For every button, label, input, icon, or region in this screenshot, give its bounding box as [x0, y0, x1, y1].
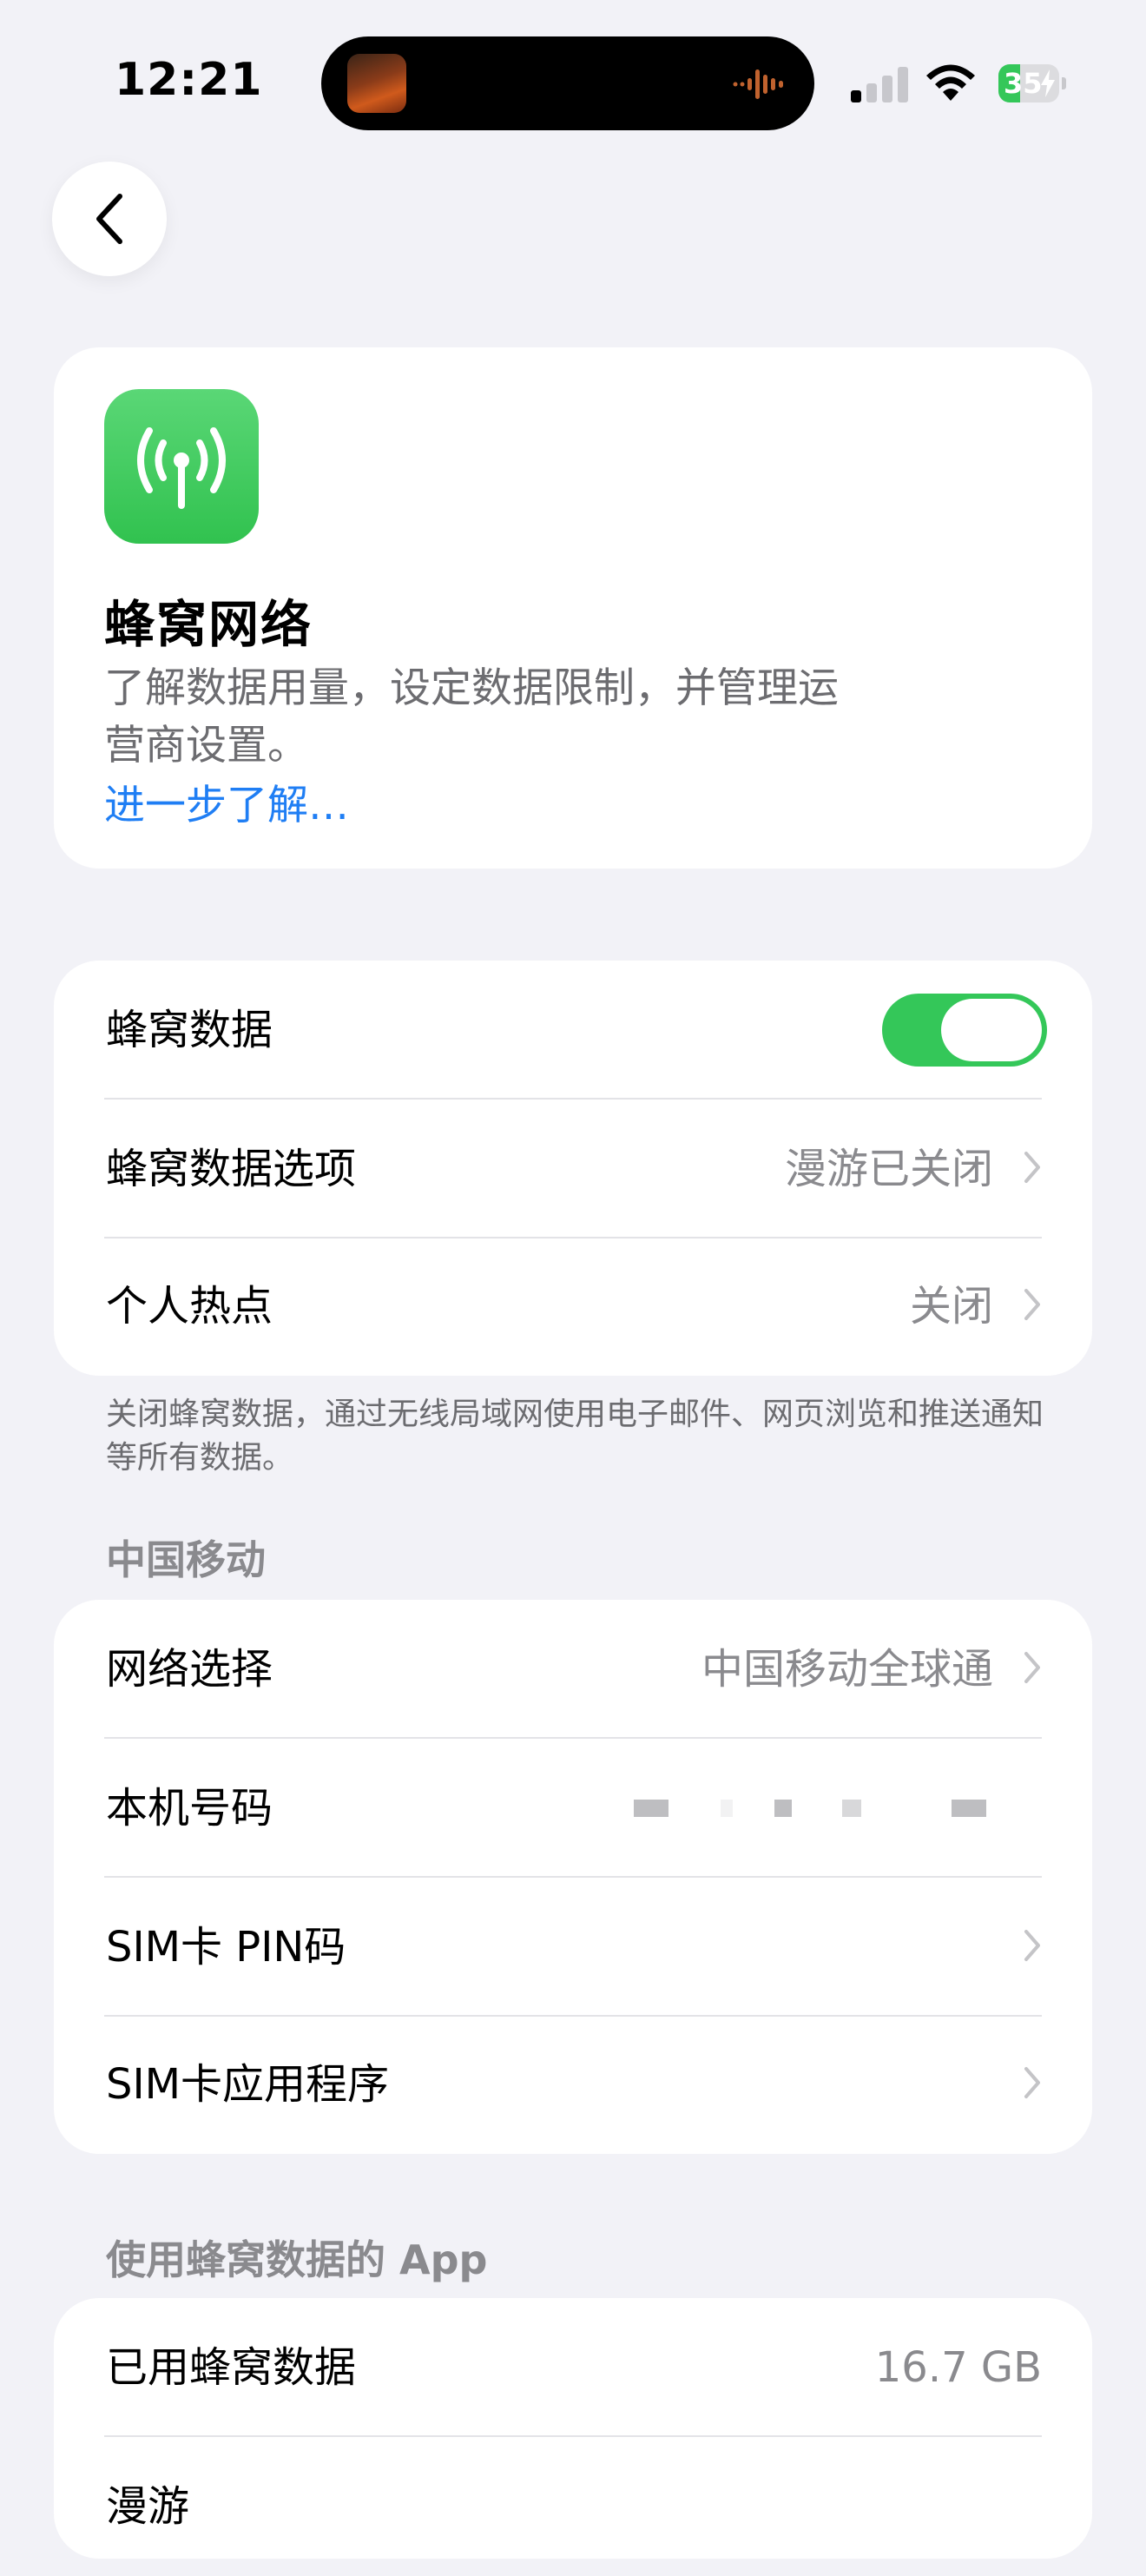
network-selection-row[interactable]: 网络选择 中国移动全球通	[104, 1600, 1042, 1739]
cellular-data-toggle[interactable]	[882, 994, 1047, 1067]
personal-hotspot-row[interactable]: 个人热点 关闭	[104, 1237, 1042, 1376]
used-cellular-data-row: 已用蜂窝数据 16.7 GB	[104, 2298, 1042, 2437]
used-cellular-data-value: 16.7 GB	[874, 2343, 1042, 2392]
wifi-icon	[926, 64, 975, 101]
cellular-data-label: 蜂窝数据	[106, 1006, 273, 1054]
cellular-data-options-label: 蜂窝数据选项	[106, 1145, 357, 1193]
roaming-row[interactable]: 漫游	[104, 2437, 1042, 2576]
chevron-right-icon	[1024, 1930, 1040, 1961]
dynamic-island[interactable]	[321, 36, 814, 130]
now-playing-artwork	[347, 54, 406, 113]
cellular-data-row: 蜂窝数据	[104, 961, 1047, 1100]
waveform-icon	[733, 69, 783, 99]
network-selection-value: 中国移动全球通	[701, 1645, 993, 1694]
chevron-right-icon	[1024, 1652, 1040, 1683]
personal-hotspot-value: 关闭	[909, 1282, 993, 1331]
sim-pin-label: SIM卡 PIN码	[106, 1923, 346, 1972]
status-time: 12:21	[115, 54, 263, 106]
chevron-right-icon	[1024, 2067, 1040, 2098]
my-number-row[interactable]: 本机号码	[104, 1739, 1042, 1878]
network-selection-label: 网络选择	[106, 1645, 273, 1694]
cellular-data-footnote: 关闭蜂窝数据，通过无线局域网使用电子邮件、网页浏览和推送通知等所有数据。	[106, 1397, 1044, 1476]
page-description: 了解数据用量，设定数据限制，并管理运营商设置。	[104, 664, 839, 769]
page-title: 蜂窝网络	[104, 595, 313, 654]
charging-bolt-icon	[1041, 69, 1055, 97]
used-cellular-data-label: 已用蜂窝数据	[106, 2343, 357, 2392]
battery-icon: 35	[998, 64, 1068, 102]
status-bar: 12:21 35	[0, 0, 1146, 148]
back-button[interactable]	[52, 162, 167, 276]
my-number-redacted-value	[634, 1793, 1042, 1824]
chevron-right-icon	[1024, 1289, 1040, 1320]
antenna-icon	[104, 389, 259, 544]
chevron-left-icon	[96, 194, 122, 244]
my-number-label: 本机号码	[106, 1784, 273, 1833]
cellular-intro-card: 蜂窝网络 了解数据用量，设定数据限制，并管理运营商设置。 进一步了解…	[54, 347, 1092, 869]
sim-apps-row[interactable]: SIM卡应用程序	[104, 2015, 1042, 2154]
carrier-settings-group: 网络选择 中国移动全球通 本机号码 SIM卡 PIN码 SIM卡应用程序	[54, 1600, 1092, 2154]
signal-icon	[851, 67, 908, 102]
chevron-right-icon	[1024, 1152, 1040, 1183]
personal-hotspot-label: 个人热点	[106, 1282, 273, 1331]
cellular-data-options-row[interactable]: 蜂窝数据选项 漫游已关闭	[104, 1100, 1042, 1238]
cellular-data-options-value: 漫游已关闭	[784, 1145, 993, 1193]
apps-section-header: 使用蜂窝数据的 App	[106, 2236, 488, 2283]
sim-apps-label: SIM卡应用程序	[106, 2060, 390, 2109]
roaming-label: 漫游	[106, 2482, 190, 2531]
toggle-knob	[941, 999, 1042, 1061]
status-indicators: 35	[847, 63, 1082, 106]
app-data-usage-group: 已用蜂窝数据 16.7 GB 漫游	[54, 2298, 1092, 2559]
sim-pin-row[interactable]: SIM卡 PIN码	[104, 1878, 1042, 2017]
cellular-settings-group: 蜂窝数据 蜂窝数据选项 漫游已关闭 个人热点 关闭	[54, 961, 1092, 1376]
carrier-section-header: 中国移动	[106, 1536, 266, 1583]
learn-more-link[interactable]: 进一步了解…	[104, 771, 349, 831]
